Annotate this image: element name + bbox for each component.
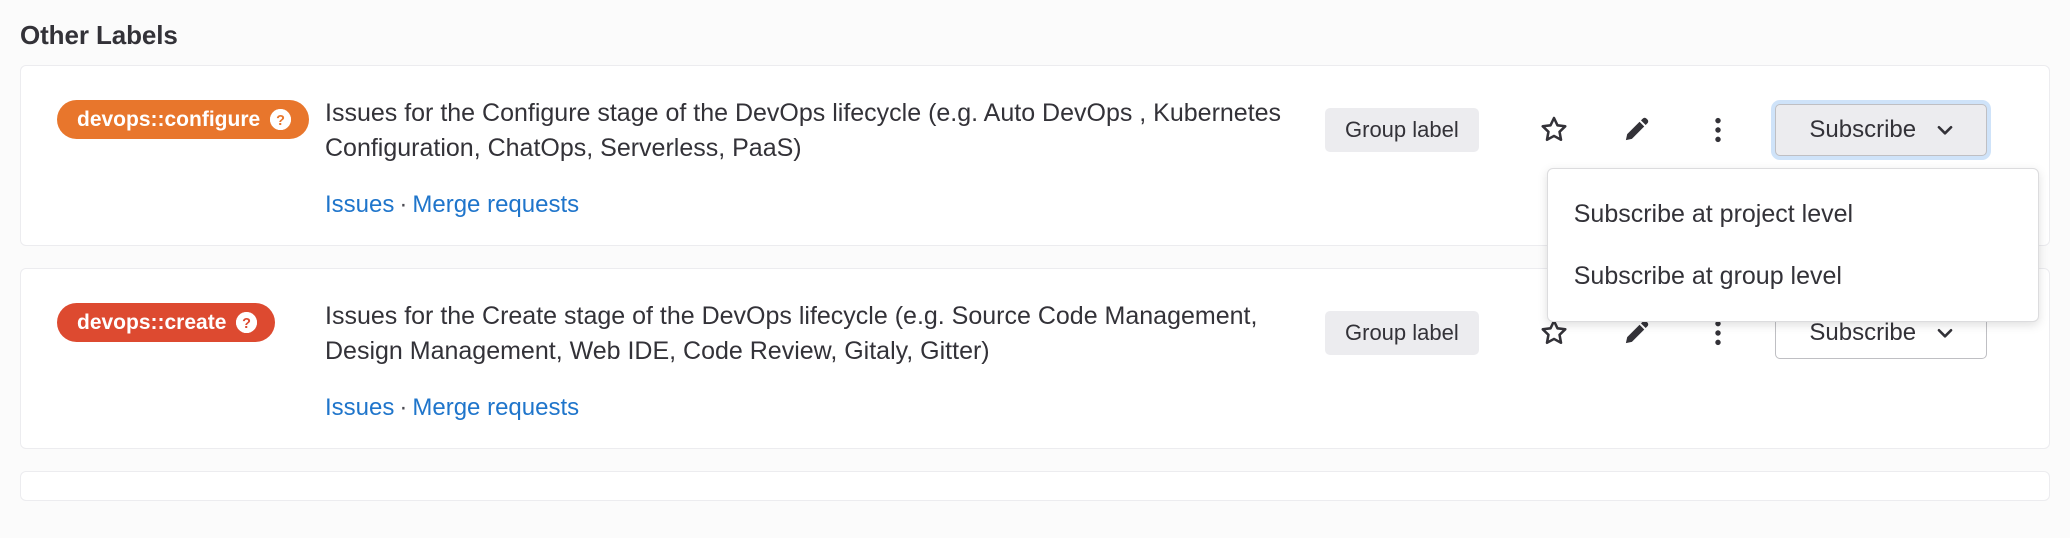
svg-text:?: ? bbox=[242, 316, 251, 332]
label-badge[interactable]: devops::create ? bbox=[57, 303, 275, 342]
label-badge-cell: devops::configure ? bbox=[57, 96, 325, 139]
label-description: Issues for the Configure stage of the De… bbox=[325, 96, 1285, 165]
svg-text:?: ? bbox=[276, 113, 285, 129]
pencil-icon[interactable] bbox=[1621, 115, 1651, 145]
link-separator: · bbox=[399, 394, 407, 421]
pencil-icon[interactable] bbox=[1621, 318, 1651, 348]
link-separator: · bbox=[399, 191, 407, 218]
question-mark-icon[interactable]: ? bbox=[236, 312, 257, 333]
ellipsis-vertical-icon[interactable] bbox=[1703, 318, 1733, 348]
label-badge-text: devops::create bbox=[77, 312, 226, 333]
page-title: Other Labels bbox=[20, 20, 178, 51]
label-description-cell: Issues for the Create stage of the DevOp… bbox=[325, 299, 1325, 420]
chevron-down-icon bbox=[1934, 119, 1956, 141]
label-links: Issues·Merge requests bbox=[325, 396, 1301, 420]
label-links: Issues·Merge requests bbox=[325, 193, 1301, 217]
star-icon[interactable] bbox=[1539, 318, 1569, 348]
star-icon[interactable] bbox=[1539, 115, 1569, 145]
dropdown-item-group-level[interactable]: Subscribe at group level bbox=[1548, 245, 2038, 307]
labels-page: Other Labels devops::configure ? bbox=[0, 0, 2070, 538]
question-mark-icon[interactable]: ? bbox=[270, 109, 291, 130]
label-badge-cell: devops::create ? bbox=[57, 299, 325, 342]
dropdown-item-project-level[interactable]: Subscribe at project level bbox=[1548, 183, 2038, 245]
label-actions: Group label bbox=[1325, 96, 1987, 156]
label-card: devops::configure ? Issues for the Confi… bbox=[20, 65, 2050, 246]
subscribe-button[interactable]: Subscribe bbox=[1775, 104, 1987, 156]
status-badge: Group label bbox=[1325, 108, 1479, 152]
subscribe-dropdown-menu: Subscribe at project level Subscribe at … bbox=[1547, 168, 2039, 322]
ellipsis-vertical-icon[interactable] bbox=[1703, 115, 1733, 145]
label-description-cell: Issues for the Configure stage of the De… bbox=[325, 96, 1325, 217]
label-badge[interactable]: devops::configure ? bbox=[57, 100, 309, 139]
subscribe-button-label: Subscribe bbox=[1809, 118, 1916, 142]
label-badge-text: devops::configure bbox=[77, 109, 260, 130]
label-list: devops::configure ? Issues for the Confi… bbox=[20, 65, 2050, 501]
issues-link[interactable]: Issues bbox=[325, 394, 394, 421]
status-badge: Group label bbox=[1325, 311, 1479, 355]
chevron-down-icon bbox=[1934, 322, 1956, 344]
subscribe-dropdown-wrapper: Subscribe Subscribe at project level Sub… bbox=[1775, 104, 1987, 156]
label-card-partial bbox=[20, 471, 2050, 501]
merge-requests-link[interactable]: Merge requests bbox=[412, 191, 579, 218]
issues-link[interactable]: Issues bbox=[325, 191, 394, 218]
subscribe-button-label: Subscribe bbox=[1809, 321, 1916, 345]
label-description: Issues for the Create stage of the DevOp… bbox=[325, 299, 1285, 368]
merge-requests-link[interactable]: Merge requests bbox=[412, 394, 579, 421]
